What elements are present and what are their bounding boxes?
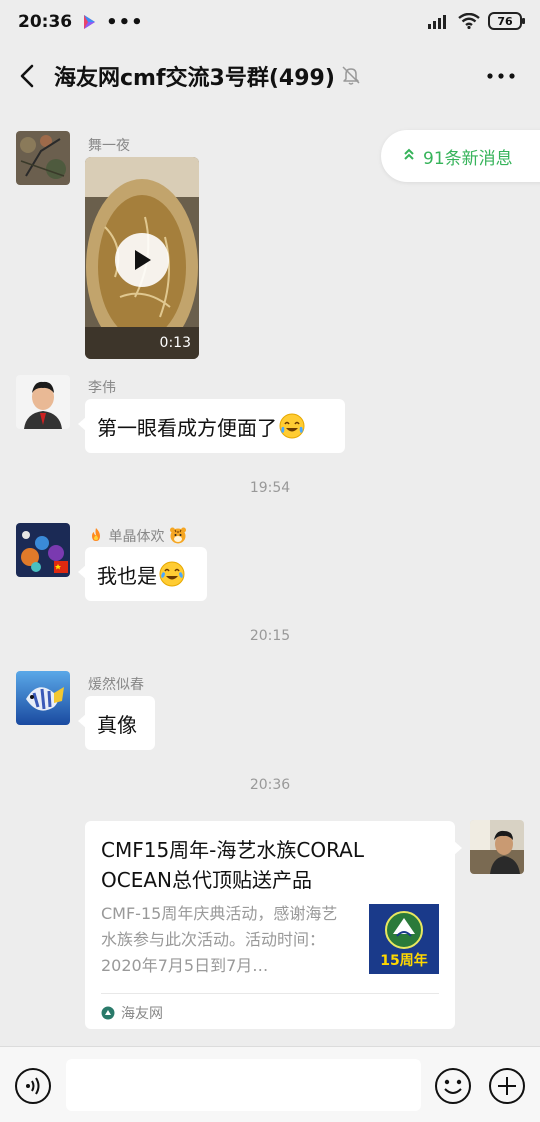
new-messages-label: 91条新消息	[423, 148, 513, 169]
new-messages-button[interactable]: 91条新消息	[381, 130, 540, 182]
voice-icon[interactable]	[14, 1067, 52, 1105]
sender-name: 李伟	[88, 380, 116, 396]
link-card-title: CMF15周年-海艺水族CORAL OCEAN总代顶贴送产品	[101, 838, 365, 892]
link-card-thumbnail-label: 15周年	[380, 953, 428, 969]
avatar-danjingtihuan[interactable]	[16, 523, 70, 577]
message-text: 第一眼看成方便面了	[97, 415, 277, 440]
link-card-source: 海友网	[101, 1003, 163, 1023]
link-card-thumbnail: 15周年	[369, 904, 439, 974]
video-message[interactable]: 0:13	[85, 157, 199, 359]
message-text: 我也是	[97, 563, 157, 588]
link-card-source-label: 海友网	[121, 1006, 163, 1022]
link-card-message[interactable]: CMF15周年-海艺水族CORAL OCEAN总代顶贴送产品 CMF-15周年庆…	[85, 821, 462, 1029]
status-time: 20:36	[18, 12, 73, 32]
video-duration: 0:13	[159, 335, 191, 351]
avatar-self[interactable]	[470, 820, 524, 874]
divider	[101, 993, 439, 994]
message-bubble[interactable]: 真像	[78, 696, 155, 750]
chat-header: 海友网cmf交流3号群(499)	[0, 44, 540, 108]
plus-circle-icon[interactable]	[488, 1067, 526, 1105]
sender-name: 单晶体欢	[108, 529, 165, 545]
chevron-left-icon[interactable]	[16, 62, 40, 90]
message-bubble[interactable]: 我也是	[78, 547, 207, 601]
avatar-liwei[interactable]	[16, 375, 70, 429]
video-app-icon	[84, 15, 96, 29]
avatar-nuanransichun[interactable]	[16, 671, 70, 725]
fire-icon	[92, 528, 100, 541]
chat-title: 海友网cmf交流3号群(499)	[54, 66, 335, 91]
smile-icon[interactable]	[434, 1067, 472, 1105]
battery-level: 76	[497, 14, 513, 28]
source-logo-icon	[101, 1006, 115, 1020]
avatar-wuyiye[interactable]	[16, 131, 70, 185]
status-bar: 20:36 ••• 76	[0, 0, 540, 44]
message-timestamp: 19:54	[249, 480, 291, 496]
message-timestamp: 20:15	[249, 628, 291, 644]
laughing-crying-emoji-icon	[279, 413, 305, 439]
battery-indicator: 76	[488, 12, 525, 30]
status-notification-dots: •••	[106, 11, 144, 33]
chat-input-bar	[0, 1046, 540, 1122]
message-input[interactable]	[66, 1059, 421, 1111]
signal-icon	[428, 15, 446, 29]
tears-of-joy-emoji-icon	[159, 561, 185, 587]
message-bubble[interactable]: 第一眼看成方便面了	[78, 399, 345, 453]
link-card-description: CMF-15周年庆典活动，感谢海艺水族参与此次活动。活动时间：2020年7月5日…	[101, 904, 338, 975]
sender-name: 舞一夜	[88, 138, 130, 154]
message-timestamp: 20:36	[249, 777, 291, 793]
message-text: 真像	[97, 712, 137, 737]
play-icon[interactable]	[115, 233, 169, 287]
sender-name-row: 单晶体欢	[88, 526, 187, 546]
sender-name: 煖然似春	[88, 677, 144, 693]
tiger-face-icon	[169, 527, 186, 544]
double-chevron-up-icon	[403, 147, 415, 165]
bell-off-icon	[342, 66, 360, 85]
more-horizontal-icon[interactable]	[486, 64, 516, 88]
wifi-icon	[458, 13, 480, 29]
